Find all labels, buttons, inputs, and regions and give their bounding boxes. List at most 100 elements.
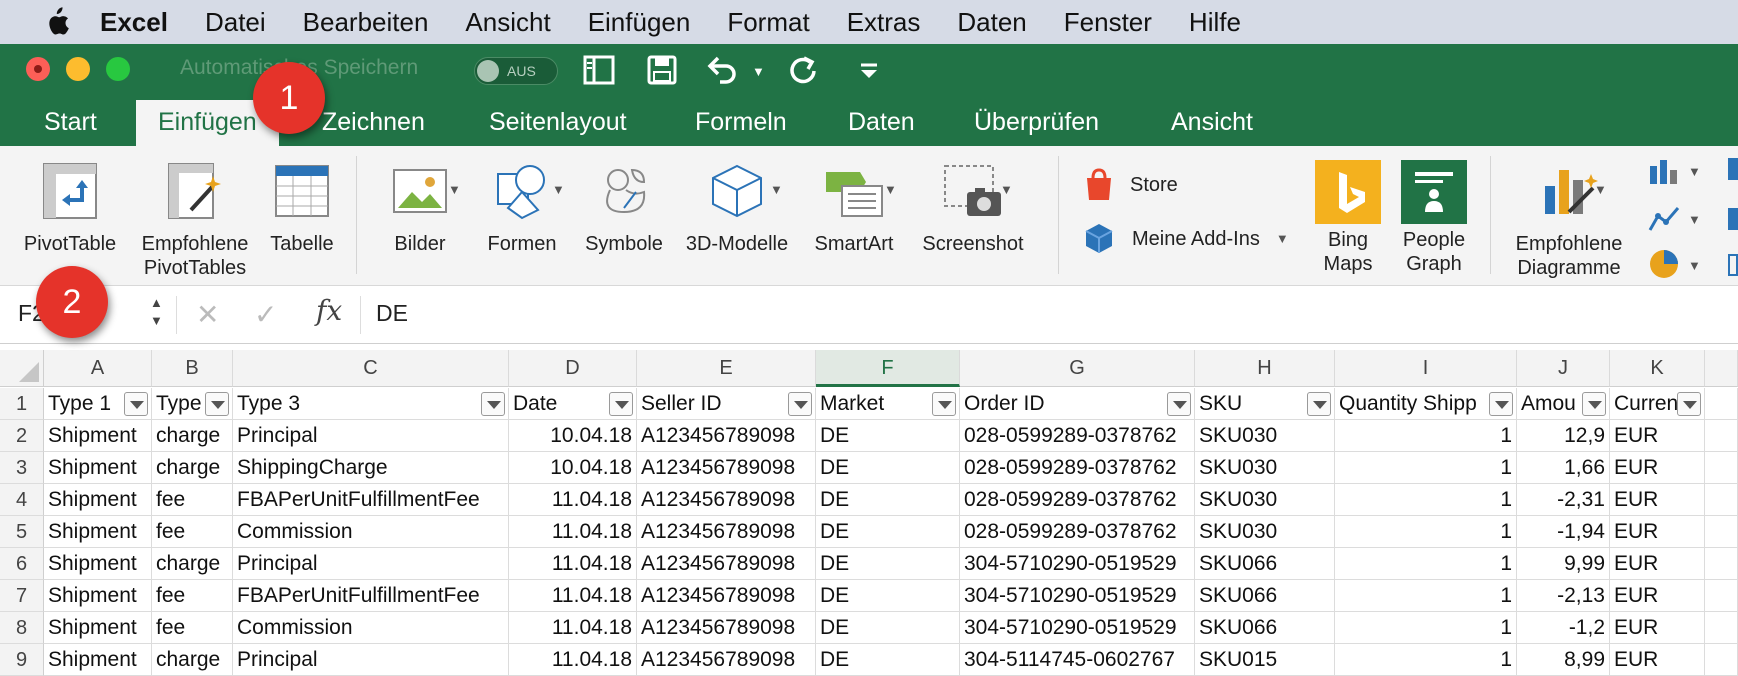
column-header-h[interactable]: H [1195, 350, 1335, 387]
filter-dropdown-icon[interactable] [124, 392, 148, 416]
table-cell[interactable]: 028-0599289-0378762 [960, 516, 1195, 548]
autosave-toggle[interactable]: AUS [474, 57, 558, 85]
table-cell[interactable]: FBAPerUnitFulfillmentFee [233, 484, 509, 516]
shapes-dropdown-icon[interactable]: ▼ [552, 182, 565, 197]
icons-button[interactable]: Symbole [576, 162, 672, 256]
confirm-icon[interactable]: ✓ [254, 298, 277, 331]
pictures-button[interactable]: Bilder [380, 162, 460, 256]
minimize-window-button[interactable] [66, 57, 90, 81]
table-cell[interactable]: FBAPerUnitFulfillmentFee [233, 580, 509, 612]
table-cell[interactable]: EUR [1610, 548, 1705, 580]
table-cell[interactable]: fee [152, 484, 233, 516]
table-cell[interactable]: 8,99 [1517, 644, 1610, 676]
3d-models-button[interactable]: 3D-Modelle [678, 162, 796, 256]
column-header-b[interactable]: B [152, 350, 233, 387]
table-cell[interactable]: EUR [1610, 612, 1705, 644]
fx-icon[interactable]: fx [316, 294, 342, 327]
column-header-i[interactable]: I [1335, 350, 1517, 387]
filter-dropdown-icon[interactable] [932, 392, 956, 416]
column-header-k[interactable]: K [1610, 350, 1705, 387]
shapes-button[interactable]: Formen [478, 162, 566, 256]
table-cell[interactable]: Shipment [44, 452, 152, 484]
select-all-corner[interactable] [0, 350, 44, 387]
area-chart-icon[interactable] [1728, 208, 1738, 230]
table-cell[interactable]: 1 [1335, 452, 1517, 484]
empty-cell[interactable] [1705, 388, 1738, 420]
column-header-d[interactable]: D [509, 350, 637, 387]
table-cell[interactable]: EUR [1610, 484, 1705, 516]
table-cell[interactable]: A123456789098 [637, 420, 816, 452]
undo-dropdown-icon[interactable]: ▼ [752, 64, 765, 79]
close-window-button[interactable] [26, 57, 50, 81]
formula-input[interactable]: DE [376, 300, 408, 327]
menu-hilfe[interactable]: Hilfe [1189, 7, 1241, 38]
pie-chart-dropdown-icon[interactable]: ▼ [1688, 258, 1701, 273]
menu-daten[interactable]: Daten [957, 7, 1026, 38]
table-cell[interactable]: 304-5710290-0519529 [960, 612, 1195, 644]
tab-zeichnen[interactable]: Zeichnen [322, 108, 425, 137]
addins-dropdown-icon[interactable]: ▼ [1276, 227, 1289, 251]
column-header-f[interactable]: F [816, 350, 960, 387]
screenshot-button[interactable]: Screenshot [914, 162, 1032, 256]
table-cell[interactable]: -2,13 [1517, 580, 1610, 612]
screenshot-dropdown-icon[interactable]: ▼ [1000, 182, 1013, 197]
table-cell[interactable]: fee [152, 612, 233, 644]
table-cell[interactable]: Principal [233, 420, 509, 452]
pictures-dropdown-icon[interactable]: ▼ [448, 182, 461, 197]
row-header[interactable]: 9 [0, 644, 44, 676]
table-cell[interactable]: 11.04.18 [509, 484, 637, 516]
recommended-pivottables-button[interactable]: Empfohlene PivotTables [130, 162, 260, 280]
tab-seitenlayout[interactable]: Seitenlayout [489, 108, 627, 137]
table-cell[interactable]: EUR [1610, 580, 1705, 612]
table-cell[interactable]: charge [152, 420, 233, 452]
table-cell[interactable]: 11.04.18 [509, 612, 637, 644]
table-cell[interactable]: DE [816, 612, 960, 644]
table-cell[interactable]: DE [816, 420, 960, 452]
line-chart-icon[interactable] [1648, 204, 1680, 234]
table-cell[interactable]: Principal [233, 548, 509, 580]
table-cell[interactable]: DE [816, 580, 960, 612]
filter-dropdown-icon[interactable] [1677, 392, 1701, 416]
table-cell[interactable]: DE [816, 452, 960, 484]
table-cell[interactable]: ShippingCharge [233, 452, 509, 484]
row-header[interactable]: 3 [0, 452, 44, 484]
column-header-a[interactable]: A [44, 350, 152, 387]
table-cell[interactable]: 1 [1335, 644, 1517, 676]
filter-dropdown-icon[interactable] [609, 392, 633, 416]
table-cell[interactable]: SKU066 [1195, 580, 1335, 612]
column-header-g[interactable]: G [960, 350, 1195, 387]
table-cell[interactable]: 028-0599289-0378762 [960, 420, 1195, 452]
table-cell[interactable]: 028-0599289-0378762 [960, 484, 1195, 516]
table-cell[interactable]: Shipment [44, 580, 152, 612]
table-cell[interactable]: EUR [1610, 516, 1705, 548]
table-cell[interactable]: A123456789098 [637, 612, 816, 644]
table-cell[interactable]: A123456789098 [637, 548, 816, 580]
menu-fenster[interactable]: Fenster [1064, 7, 1152, 38]
menu-datei[interactable]: Datei [205, 7, 266, 38]
filter-dropdown-icon[interactable] [481, 392, 505, 416]
sidebar-toggle-icon[interactable] [582, 54, 616, 86]
tab-ansicht[interactable]: Ansicht [1171, 108, 1253, 137]
filter-dropdown-icon[interactable] [1582, 392, 1606, 416]
table-cell[interactable]: Commission [233, 612, 509, 644]
bing-maps-button[interactable]: Bing Maps [1312, 160, 1384, 276]
filter-dropdown-icon[interactable] [1307, 392, 1331, 416]
table-cell[interactable]: Shipment [44, 484, 152, 516]
table-cell[interactable]: charge [152, 644, 233, 676]
table-cell[interactable]: SKU030 [1195, 452, 1335, 484]
menu-einfuegen[interactable]: Einfügen [588, 7, 691, 38]
table-cell[interactable]: 9,99 [1517, 548, 1610, 580]
table-cell[interactable]: 10.04.18 [509, 420, 637, 452]
table-cell[interactable]: SKU030 [1195, 420, 1335, 452]
table-cell[interactable]: fee [152, 516, 233, 548]
table-cell[interactable]: DE [816, 484, 960, 516]
menu-app-excel[interactable]: Excel [100, 7, 168, 38]
table-cell[interactable]: EUR [1610, 452, 1705, 484]
bar-chart-icon[interactable] [1728, 158, 1738, 180]
customize-toolbar-icon[interactable] [852, 54, 886, 86]
store-button[interactable]: Store [1084, 168, 1178, 202]
table-cell[interactable]: Shipment [44, 612, 152, 644]
table-cell[interactable]: A123456789098 [637, 644, 816, 676]
table-cell[interactable]: Shipment [44, 420, 152, 452]
table-cell[interactable]: DE [816, 548, 960, 580]
